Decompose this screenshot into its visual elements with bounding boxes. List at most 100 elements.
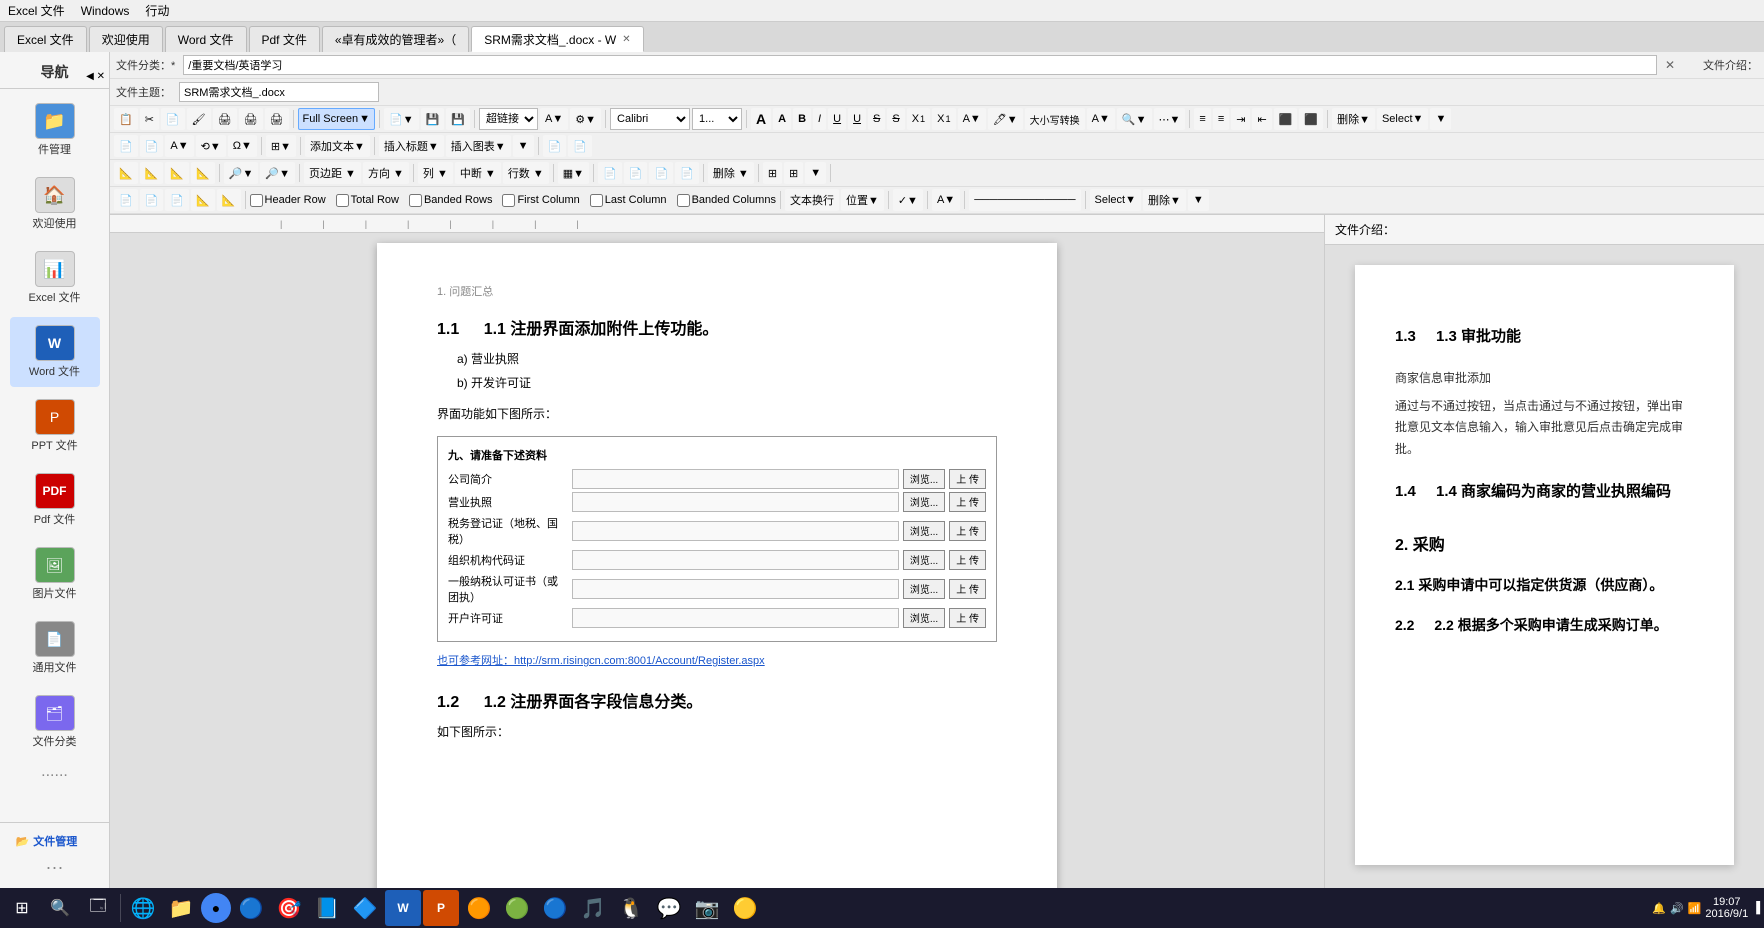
upload-btn-2[interactable]: 上 传 xyxy=(949,521,986,541)
sidebar-item-category[interactable]: 🗂 文件分类 xyxy=(10,687,100,757)
format-painter-btn[interactable]: 🖌 xyxy=(187,108,211,130)
browse-btn-5[interactable]: 浏览... xyxy=(903,608,945,628)
subject-input[interactable] xyxy=(179,82,379,102)
upload-btn-4[interactable]: 上 传 xyxy=(949,579,986,599)
upload-btn-5[interactable]: 上 传 xyxy=(949,608,986,628)
taskbar-volume-icon[interactable]: 🔊 xyxy=(1670,902,1684,915)
tab-word[interactable]: Word 文件 xyxy=(165,26,247,52)
addtextbox-btn[interactable]: 添加文本▼ xyxy=(305,135,370,157)
upload-input-1[interactable] xyxy=(572,492,899,512)
first-col-check[interactable]: First Column xyxy=(502,194,579,207)
tab-srm[interactable]: SRM需求文档_.docx - W ✕ xyxy=(471,26,643,52)
tb4-btn2[interactable]: 📄 xyxy=(140,189,164,211)
tb4-more-btn[interactable]: ▼ xyxy=(1188,189,1209,211)
tb2-btn5[interactable]: Ω▼ xyxy=(228,135,257,157)
font3-btn[interactable]: A▼ xyxy=(1087,108,1115,130)
sidebar-item-welcome[interactable]: 🏠 欢迎使用 xyxy=(10,169,100,239)
fontcolor2-btn[interactable]: A▼ xyxy=(932,189,960,211)
print2-btn[interactable]: 🖨 xyxy=(239,108,263,130)
cut-btn[interactable]: ✂ xyxy=(140,108,159,130)
tb3-btn2[interactable]: 📐 xyxy=(140,162,164,184)
banded-rows-check[interactable]: Banded Rows xyxy=(409,194,493,207)
menu-action[interactable]: 行动 xyxy=(145,2,169,19)
col-btn[interactable]: 列 ▼ xyxy=(418,162,453,184)
list2-btn[interactable]: ≡ xyxy=(1213,108,1229,130)
sidebar-item-ppt[interactable]: P PPT 文件 xyxy=(10,391,100,461)
start-btn[interactable]: ⊞ xyxy=(4,890,40,926)
taskbar-app3-btn[interactable]: 📘 xyxy=(309,890,345,926)
font-small-btn[interactable]: A xyxy=(773,108,791,130)
tb3-doc3[interactable]: 📄 xyxy=(649,162,673,184)
taskbar-app7-btn[interactable]: 🔵 xyxy=(537,890,573,926)
style-select[interactable]: 超链接 xyxy=(479,108,538,130)
fontsize-select[interactable]: 1... xyxy=(692,108,742,130)
tab-welcome[interactable]: 欢迎使用 xyxy=(89,26,163,52)
doc-scroll-area[interactable]: 1. 问题汇总 1.1 1.1 注册界面添加附件上传功能。 a) 营业执照 b)… xyxy=(110,233,1324,888)
upload-input-3[interactable] xyxy=(572,550,899,570)
tb3-btn1[interactable]: 📐 xyxy=(114,162,138,184)
tb4-btn3[interactable]: 📄 xyxy=(165,189,189,211)
tb4-btn5[interactable]: 📐 xyxy=(217,189,241,211)
upload-input-0[interactable] xyxy=(572,469,899,489)
doc-url[interactable]: 也可参考网址：http://srm.risingcn.com:8001/Acco… xyxy=(437,652,997,668)
tb3-btn5[interactable]: 🔎▼ xyxy=(224,162,259,184)
tb2-btn2[interactable]: 📄 xyxy=(140,135,164,157)
taskbar-word-btn[interactable]: W xyxy=(385,890,421,926)
underline-btn[interactable]: U xyxy=(828,108,846,130)
tb3-doc4[interactable]: 📄 xyxy=(675,162,699,184)
tab-pdf[interactable]: Pdf 文件 xyxy=(249,26,320,52)
strike-btn[interactable]: S xyxy=(868,108,885,130)
more2-btn[interactable]: ▼ xyxy=(1430,108,1451,130)
delete2-btn[interactable]: 删除▼ xyxy=(1143,189,1186,211)
style-a-btn[interactable]: A▼ xyxy=(540,108,568,130)
indent-btn[interactable]: ⇥ xyxy=(1231,108,1250,130)
tab-mgr[interactable]: «卓有成效的管理者»（ xyxy=(322,26,469,52)
align-center-btn[interactable]: ⬛ xyxy=(1299,108,1323,130)
search-replace-btn[interactable]: 🔍▼ xyxy=(1117,108,1152,130)
taskbar-time[interactable]: 19:07 2016/9/1 xyxy=(1705,896,1748,920)
tb3-btn3[interactable]: 📐 xyxy=(165,162,189,184)
menu-excel[interactable]: Excel 文件 xyxy=(8,2,65,19)
delete-btn[interactable]: 删除▼ xyxy=(1332,108,1375,130)
taskbar-app9-btn[interactable]: 📷 xyxy=(689,890,725,926)
print-btn[interactable]: 🖨 xyxy=(213,108,237,130)
insert-chart-btn[interactable]: 插入图表▼ xyxy=(446,135,511,157)
upload-input-4[interactable] xyxy=(572,579,899,599)
strike2-btn[interactable]: S xyxy=(887,108,904,130)
linenum-btn[interactable]: 行数 ▼ xyxy=(503,162,549,184)
sidebar-more-btn[interactable]: ··· xyxy=(46,857,64,878)
upload-btn-1[interactable]: 上 传 xyxy=(949,492,986,512)
spellcheck-btn[interactable]: ✓▼ xyxy=(893,189,923,211)
tb3-btn6[interactable]: 🔎▼ xyxy=(260,162,295,184)
sidebar-file-mgr-btn[interactable]: 📂 文件管理 xyxy=(10,829,100,853)
subscript-btn[interactable]: X1 xyxy=(932,108,955,130)
align-left-btn[interactable]: ⬛ xyxy=(1274,108,1298,130)
browse-btn-4[interactable]: 浏览... xyxy=(903,579,945,599)
highlight-btn[interactable]: 🖊▼ xyxy=(988,108,1023,130)
style-settings-btn[interactable]: ⚙▼ xyxy=(570,108,601,130)
tb4-btn1[interactable]: 📄 xyxy=(114,189,138,211)
tb3-btn4[interactable]: 📐 xyxy=(191,162,215,184)
table2-btn[interactable]: ▦▼ xyxy=(558,162,589,184)
tb2-btn3[interactable]: A▼ xyxy=(165,135,193,157)
browse-btn-2[interactable]: 浏览... xyxy=(903,521,945,541)
sidebar-item-word[interactable]: W Word 文件 xyxy=(10,317,100,387)
browse-btn-0[interactable]: 浏览... xyxy=(903,469,945,489)
paste-btn[interactable]: 📋 xyxy=(114,108,138,130)
taskbar-qq-btn[interactable]: 🐧 xyxy=(613,890,649,926)
case-btn[interactable]: 大小写转换 xyxy=(1025,108,1085,130)
tb3-doc1[interactable]: 📄 xyxy=(598,162,622,184)
pagesize-btn[interactable]: 页边距 ▼ xyxy=(304,162,361,184)
category-clear-icon[interactable]: ✕ xyxy=(1665,58,1675,72)
taskbar-app8-btn[interactable]: 🎵 xyxy=(575,890,611,926)
sidebar-item-pdf[interactable]: PDF Pdf 文件 xyxy=(10,465,100,535)
tb3-compose-btn[interactable]: ⊞ xyxy=(763,162,782,184)
taskbar-app1-btn[interactable]: 🔵 xyxy=(233,890,269,926)
insert-label-btn[interactable]: 插入标题▼ xyxy=(379,135,444,157)
sidebar-item-excel[interactable]: 📊 Excel 文件 xyxy=(10,243,100,313)
border-btn[interactable]: ───────────── xyxy=(969,189,1080,211)
tb3-del-btn[interactable]: 删除 ▼ xyxy=(708,162,754,184)
taskbar-folder-btn[interactable]: 📁 xyxy=(163,890,199,926)
upload-btn-3[interactable]: 上 传 xyxy=(949,550,986,570)
italic-btn[interactable]: I xyxy=(813,108,826,130)
